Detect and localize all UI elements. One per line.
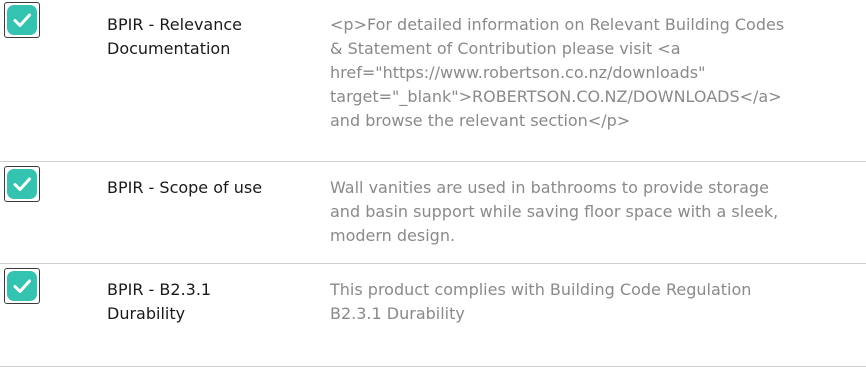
bpir-description-line: B2.3.1 Durability [330, 304, 465, 323]
bpir-description: <p>For detailed information on Relevant … [330, 13, 855, 133]
bpir-label: BPIR - Scope of use [107, 176, 297, 200]
bpir-label: BPIR - B2.3.1 Durability [107, 278, 297, 326]
bpir-description-line: target="_blank">ROBERTSON.CO.NZ/DOWNLOAD… [330, 87, 782, 106]
bpir-label-line: Documentation [107, 39, 231, 58]
bpir-description-line: modern design. [330, 226, 456, 245]
bpir-description-line: and browse the relevant section</p> [330, 111, 631, 130]
bpir-description-line: and basin support while saving floor spa… [330, 202, 779, 221]
bpir-label-line: BPIR - Relevance [107, 15, 242, 34]
bpir-description: Wall vanities are used in bathrooms to p… [330, 176, 855, 248]
bpir-description-line: This product complies with Building Code… [330, 280, 752, 299]
bpir-description-line: <p>For detailed information on Relevant … [330, 15, 785, 34]
bpir-description-line: href="https://www.robertson.co.nz/downlo… [330, 63, 706, 82]
bpir-row-durability: BPIR - B2.3.1 Durability This product co… [0, 264, 866, 367]
checkmark-icon [4, 268, 40, 304]
bpir-row-relevance-documentation: BPIR - Relevance Documentation <p>For de… [0, 0, 866, 162]
checkmark-icon [4, 2, 40, 38]
checkmark-icon [4, 166, 40, 202]
bpir-label-line: BPIR - Scope of use [107, 178, 263, 197]
bpir-label-line: Durability [107, 304, 186, 323]
bpir-description-line: Wall vanities are used in bathrooms to p… [330, 178, 769, 197]
bpir-description: This product complies with Building Code… [330, 278, 855, 326]
bpir-row-scope-of-use: BPIR - Scope of use Wall vanities are us… [0, 162, 866, 264]
bpir-description-line: & Statement of Contribution please visit… [330, 39, 681, 58]
bpir-label: BPIR - Relevance Documentation [107, 13, 297, 61]
bpir-list: BPIR - Relevance Documentation <p>For de… [0, 0, 866, 367]
bpir-label-line: BPIR - B2.3.1 [107, 280, 212, 299]
